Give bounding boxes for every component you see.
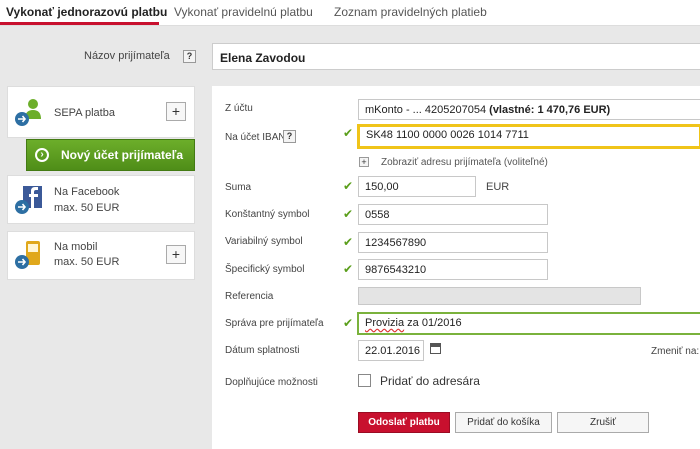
sepa-add-button[interactable]: + [166, 102, 186, 121]
iban-label: Na účet IBAN [225, 132, 286, 143]
cancel-button[interactable]: Zrušiť [557, 412, 649, 433]
sepa-payment-label: SEPA platba [54, 107, 115, 119]
message-label: Správa pre prijímateľa [225, 318, 324, 329]
due-date-input[interactable]: 22.01.2016 [358, 340, 424, 361]
mobile-add-button[interactable]: + [166, 245, 186, 264]
show-address-toggle-icon[interactable]: + [359, 157, 369, 167]
from-account-name: mKonto - ... 4205207054 [365, 104, 490, 116]
new-recipient-account-button[interactable]: › Nový účet prijímateľa [26, 139, 195, 171]
new-recipient-account-label: Nový účet prijímateľa [61, 148, 183, 162]
facebook-icon [15, 186, 42, 214]
send-payment-button[interactable]: Odoslať platbu [358, 412, 450, 433]
iban-valid-check-icon: ✔ [343, 126, 354, 140]
calendar-icon[interactable] [430, 343, 441, 354]
add-to-addressbook-checkbox[interactable] [358, 374, 371, 387]
recipient-help-button[interactable]: ? [183, 50, 196, 63]
specific-symbol-check-icon: ✔ [343, 262, 354, 276]
extra-options-label: Doplňujúce možnosti [225, 377, 318, 388]
reference-label: Referencia [225, 291, 274, 302]
amount-currency: EUR [486, 181, 510, 193]
recipient-name-label: Názov prijímateľa [84, 50, 170, 62]
from-account-balance: (vlastné: 1 470,76 EUR) [489, 104, 611, 116]
tab-recurring-list[interactable]: Zoznam pravidelných platieb [334, 5, 487, 19]
tab-bar: Vykonať jednorazovú platbu Vykonať pravi… [0, 0, 700, 25]
specific-symbol-label: Špecifický symbol [225, 264, 305, 275]
specific-symbol-input[interactable]: 9876543210 [358, 259, 548, 280]
add-to-addressbook-label[interactable]: Pridať do adresára [380, 374, 480, 388]
amount-label: Suma [225, 182, 252, 193]
message-rest: za 01/2016 [404, 317, 462, 329]
tab-recurring-payment[interactable]: Vykonať pravidelnú platbu [174, 5, 313, 19]
constant-symbol-check-icon: ✔ [343, 207, 354, 221]
amount-input[interactable]: 150,00 [358, 176, 476, 197]
arrow-right-icon: › [35, 148, 49, 162]
message-misspelled-word: Provizia [365, 317, 405, 329]
sepa-payment-card[interactable]: SEPA platba + [7, 86, 195, 138]
person-transfer-icon [15, 99, 41, 126]
tab-one-time-payment[interactable]: Vykonať jednorazovú platbu [6, 5, 167, 19]
change-to-label: Zmeniť na: [651, 346, 700, 357]
recipient-name-field[interactable]: Elena Zavodou [212, 43, 700, 70]
due-date-label: Dátum splatnosti [225, 345, 300, 356]
reference-input [358, 287, 641, 305]
show-address-link[interactable]: Zobraziť adresu prijímateľa (voliteľné) [381, 157, 548, 168]
from-account-label: Z účtu [225, 103, 253, 114]
facebook-payment-title: Na Facebook [54, 186, 120, 198]
mobile-phone-icon [15, 241, 40, 269]
facebook-payment-card[interactable]: Na Facebook max. 50 EUR [7, 175, 195, 224]
message-input[interactable]: Provizia za 01/2016 [357, 312, 700, 335]
mobile-payment-card[interactable]: Na mobil max. 50 EUR + [7, 231, 195, 280]
from-account-select[interactable]: mKonto - ... 4205207054 (vlastné: 1 470,… [358, 99, 700, 120]
constant-symbol-input[interactable]: 0558 [358, 204, 548, 225]
add-to-cart-button[interactable]: Pridať do košíka [455, 412, 552, 433]
variable-symbol-label: Variabilný symbol [225, 236, 303, 247]
iban-input[interactable]: SK48 1100 0000 0026 1014 7711 [357, 124, 700, 149]
constant-symbol-label: Konštantný symbol [225, 209, 310, 220]
iban-help-button[interactable]: ? [283, 130, 296, 143]
mobile-payment-limit: max. 50 EUR [54, 256, 120, 268]
message-valid-check-icon: ✔ [343, 316, 354, 330]
facebook-payment-limit: max. 50 EUR [54, 202, 120, 214]
amount-valid-check-icon: ✔ [343, 179, 354, 193]
variable-symbol-check-icon: ✔ [343, 235, 354, 249]
mobile-payment-title: Na mobil [54, 241, 98, 253]
variable-symbol-input[interactable]: 1234567890 [358, 232, 548, 253]
